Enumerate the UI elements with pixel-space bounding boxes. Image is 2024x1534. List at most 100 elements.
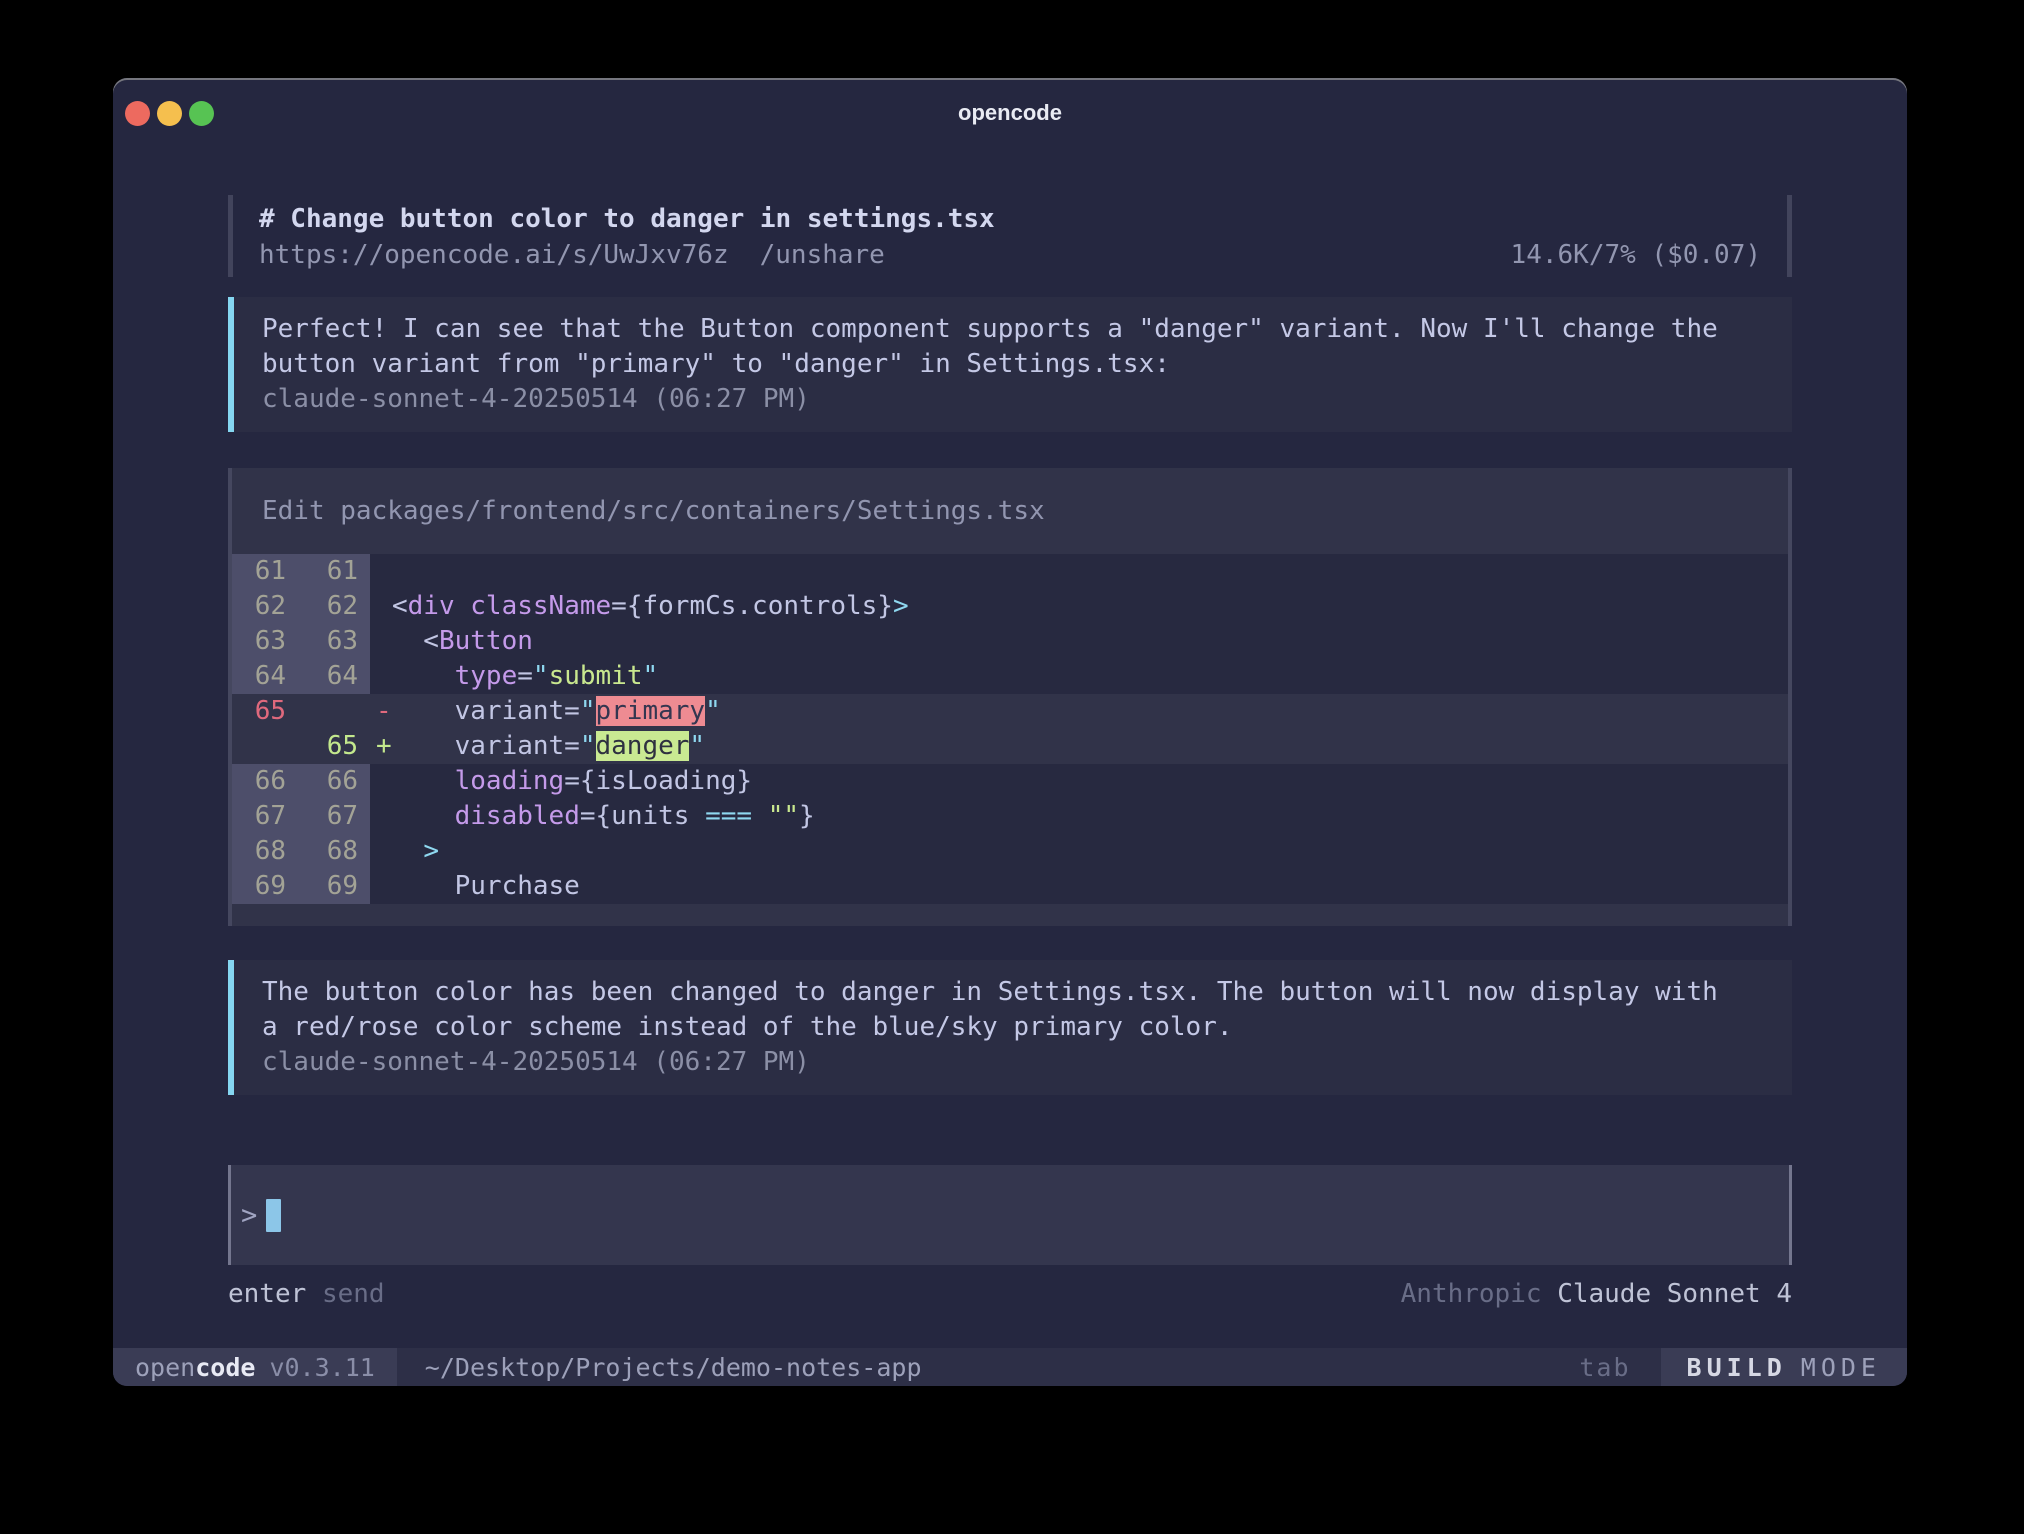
- key-hint-enter: enter: [228, 1279, 306, 1309]
- diff-code-segment: ===: [705, 801, 752, 831]
- diff-line-number-old: 68: [232, 834, 294, 869]
- diff-line-number-old: 67: [232, 799, 294, 834]
- diff-code-segment: ": [580, 731, 596, 761]
- diff-code-line: <Button: [392, 624, 1788, 659]
- mode-suffix: MODE: [1801, 1353, 1881, 1382]
- diff-code-segment: Button: [439, 626, 533, 656]
- diff-marker: [370, 799, 392, 834]
- diff-line-number-old: [232, 729, 294, 764]
- diff-code-segment: div: [408, 591, 455, 621]
- app-name-code: code: [195, 1353, 255, 1382]
- diff-code-segment: Purchase: [392, 871, 580, 901]
- share-row: https://opencode.ai/s/UwJxv76z/unshare: [259, 238, 885, 272]
- diff-code-segment: <: [392, 626, 439, 656]
- diff-row: 65- variant="primary": [232, 694, 1788, 729]
- key-hint-action: send: [322, 1279, 385, 1309]
- diff-line-number-old: 66: [232, 764, 294, 799]
- diff-row: 6767 disabled={units === ""}: [232, 799, 1788, 834]
- session-header: # Change button color to danger in setti…: [228, 195, 1792, 277]
- diff-code-segment: [455, 591, 471, 621]
- status-bar-right: tab BUILD MODE: [1579, 1348, 1907, 1386]
- diff-line-number-new: 64: [294, 659, 370, 694]
- diff-line-number-new: 63: [294, 624, 370, 659]
- window-titlebar: opencode: [113, 78, 1907, 138]
- diff-code-line: Purchase: [392, 869, 1788, 904]
- diff-code-segment: >: [893, 591, 909, 621]
- diff-code-segment: ": [642, 661, 658, 691]
- hint-row: enter send Anthropic Claude Sonnet 4: [228, 1277, 1792, 1312]
- diff-marker: [370, 764, 392, 799]
- diff-row: 6969 Purchase: [232, 869, 1788, 904]
- window-title: opencode: [113, 100, 1907, 126]
- context-stats: 14.6K/7% ($0.07): [1511, 238, 1761, 272]
- diff-code-segment: }: [799, 801, 815, 831]
- diff-code-segment: "": [768, 801, 799, 831]
- diff-code-line: disabled={units === ""}: [392, 799, 1788, 834]
- diff-code-segment: =: [517, 661, 533, 691]
- diff-line-number-old: 61: [232, 554, 294, 589]
- diff-marker: [370, 554, 392, 589]
- diff-code-segment: <: [392, 591, 408, 621]
- diff-code-segment: [752, 801, 768, 831]
- diff-marker: -: [370, 694, 392, 729]
- assistant-message-2: The button color has been changed to dan…: [228, 960, 1792, 1095]
- share-url: https://opencode.ai/s/UwJxv76z: [259, 240, 729, 270]
- diff-code-segment: type: [455, 661, 518, 691]
- status-bar-left: opencode v0.3.11 ~/Desktop/Projects/demo…: [113, 1348, 922, 1386]
- diff-row: 6161: [232, 554, 1788, 589]
- message-line: The button color has been changed to dan…: [262, 975, 1764, 1010]
- prompt-input[interactable]: >: [228, 1165, 1792, 1265]
- diff-code-segment: ": [533, 661, 549, 691]
- app-name-open: open: [135, 1353, 195, 1382]
- diff-code-segment: ={isLoading}: [564, 766, 752, 796]
- diff-line-number-old: 62: [232, 589, 294, 624]
- diff-line-number-old: 69: [232, 869, 294, 904]
- diff-line-number-new: 61: [294, 554, 370, 589]
- diff-code-segment: danger: [596, 731, 690, 761]
- terminal-content: # Change button color to danger in setti…: [113, 195, 1907, 1312]
- mode-indicator[interactable]: BUILD MODE: [1661, 1348, 1907, 1386]
- diff-code-line: <div className={formCs.controls}>: [392, 589, 1788, 624]
- diff-code-segment: ={formCs.controls}: [611, 591, 893, 621]
- diff-code-segment: loading: [455, 766, 565, 796]
- key-hint-tab: tab: [1579, 1353, 1630, 1382]
- diff-marker: [370, 589, 392, 624]
- diff-line-number-new: 68: [294, 834, 370, 869]
- app-window: opencode # Change button color to danger…: [113, 78, 1907, 1386]
- unshare-command: /unshare: [760, 240, 885, 270]
- diff-code-line: [392, 554, 1788, 589]
- diff-code-segment: submit: [549, 661, 643, 691]
- edit-tool-call: Edit packages/frontend/src/containers/Se…: [228, 468, 1792, 926]
- diff-code-line: loading={isLoading}: [392, 764, 1788, 799]
- app-version-chip: opencode v0.3.11: [113, 1348, 397, 1386]
- message-line: a red/rose color scheme instead of the b…: [262, 1010, 1764, 1045]
- diff-code-segment: [392, 836, 423, 866]
- diff-code-segment: ": [705, 696, 721, 726]
- diff-line-number-old: 64: [232, 659, 294, 694]
- diff-line-number-new: 66: [294, 764, 370, 799]
- diff-code-line: variant="danger": [392, 729, 1788, 764]
- diff-line-number-new: [294, 694, 370, 729]
- provider-name: Anthropic: [1401, 1279, 1542, 1309]
- diff-line-number-old: 63: [232, 624, 294, 659]
- diff-line-number-old: 65: [232, 694, 294, 729]
- send-hint: enter send: [228, 1277, 385, 1312]
- diff-code-segment: variant=: [392, 696, 580, 726]
- model-name: Claude Sonnet 4: [1557, 1279, 1792, 1309]
- diff-marker: [370, 869, 392, 904]
- diff-code-segment: >: [423, 836, 439, 866]
- diff-row: 6262 <div className={formCs.controls}>: [232, 589, 1788, 624]
- diff-code-line: >: [392, 834, 1788, 869]
- diff-code-line: type="submit": [392, 659, 1788, 694]
- diff-marker: [370, 659, 392, 694]
- session-subheader: https://opencode.ai/s/UwJxv76z/unshare 1…: [259, 238, 1761, 272]
- diff-code-segment: ={units: [580, 801, 705, 831]
- assistant-message-1: Perfect! I can see that the Button compo…: [228, 297, 1792, 432]
- diff-code-segment: [392, 801, 455, 831]
- message-line: button variant from "primary" to "danger…: [262, 347, 1764, 382]
- diff-code-segment: [392, 661, 455, 691]
- diff-code-segment: disabled: [455, 801, 580, 831]
- message-lines: Perfect! I can see that the Button compo…: [262, 312, 1764, 382]
- diff-line-number-new: 62: [294, 589, 370, 624]
- model-indicator: Anthropic Claude Sonnet 4: [1401, 1277, 1792, 1312]
